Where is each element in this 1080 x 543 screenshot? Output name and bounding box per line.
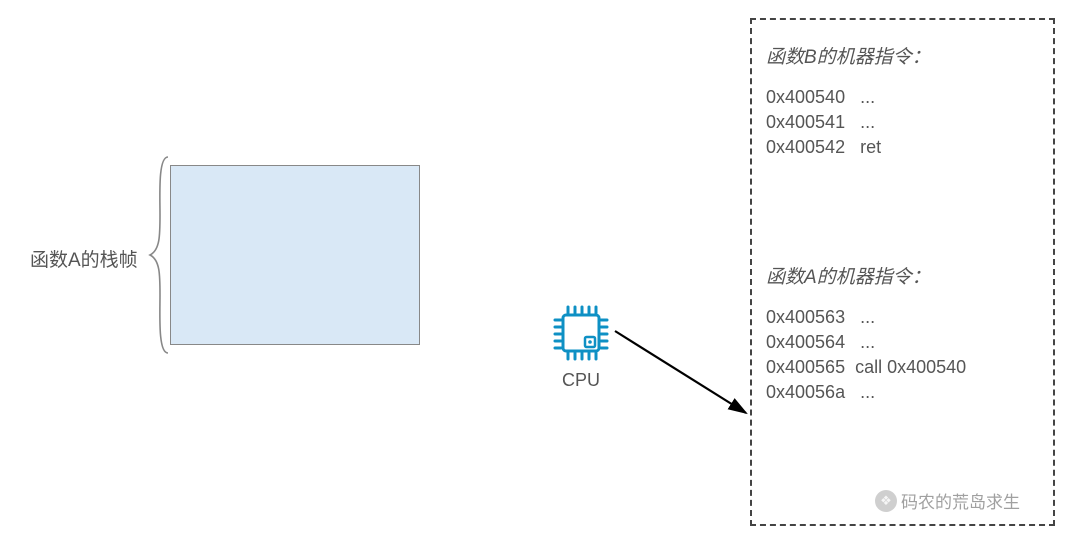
- code-line: 0x400564 ...: [766, 332, 1039, 353]
- code-line: 0x400540 ...: [766, 87, 1039, 108]
- watermark-text: 码农的荒岛求生: [901, 488, 1020, 513]
- arrow-icon: [612, 325, 762, 425]
- code-line: 0x400563 ...: [766, 307, 1039, 328]
- cpu-label: CPU: [553, 370, 609, 391]
- brace-icon: [148, 155, 172, 355]
- code-panel: 函数B的机器指令： 0x400540 ... 0x400541 ... 0x40…: [750, 18, 1055, 526]
- cpu-icon: [553, 305, 609, 361]
- wechat-icon: ❖: [875, 490, 897, 512]
- funcB-title: 函数B的机器指令：: [766, 42, 1039, 69]
- code-line: 0x400565 call 0x400540: [766, 357, 1039, 378]
- code-line: 0x40056a ...: [766, 382, 1039, 403]
- stack-frame-box: [170, 165, 420, 345]
- diagram-stage: 函数A的栈帧 CPU 函数B的: [0, 0, 1080, 543]
- watermark: ❖ 码农的荒岛求生: [875, 488, 1020, 513]
- funcA-title: 函数A的机器指令：: [766, 262, 1039, 289]
- cpu: CPU: [553, 305, 609, 391]
- stack-frame-label: 函数A的栈帧: [30, 245, 138, 272]
- code-line: 0x400542 ret: [766, 137, 1039, 158]
- code-line: 0x400541 ...: [766, 112, 1039, 133]
